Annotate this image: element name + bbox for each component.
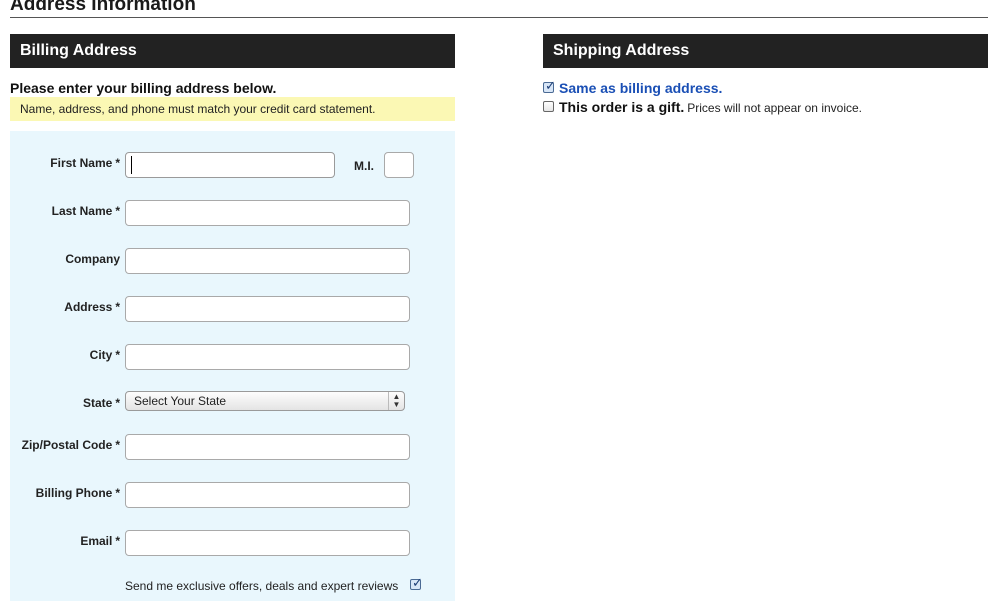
same-as-billing-label[interactable]: Same as billing address. — [559, 80, 722, 96]
last-name-label: Last Name * — [51, 204, 120, 218]
checkmark-icon: ✓ — [545, 78, 556, 93]
gift-label[interactable]: This order is a gift. Prices will not app… — [559, 99, 862, 115]
gift-note: Prices will not appear on invoice. — [687, 101, 863, 115]
company-label: Company — [65, 252, 120, 266]
phone-input[interactable] — [125, 482, 410, 508]
mi-label: M.I. — [354, 159, 374, 173]
first-name-input[interactable] — [125, 152, 335, 178]
zip-label: Zip/Postal Code * — [21, 438, 120, 452]
email-label: Email * — [80, 534, 120, 548]
email-input[interactable] — [125, 530, 410, 556]
city-input[interactable] — [125, 344, 410, 370]
state-select[interactable]: Select Your State ▲ ▼ — [125, 391, 405, 411]
mi-input[interactable] — [384, 152, 414, 178]
section-title: Address Information — [10, 0, 196, 15]
section-divider — [10, 17, 988, 18]
company-input[interactable] — [125, 248, 410, 274]
gift-checkbox[interactable] — [543, 101, 554, 112]
address-label: Address * — [64, 300, 120, 314]
state-selected-value: Select Your State — [134, 394, 227, 408]
state-label: State * — [82, 396, 120, 410]
billing-header: Billing Address — [10, 34, 455, 68]
offers-checkbox[interactable]: ✓ — [410, 576, 423, 590]
city-label: City * — [89, 348, 120, 362]
phone-label: Billing Phone * — [35, 486, 120, 500]
billing-intro: Please enter your billing address below. — [10, 80, 277, 96]
address-input[interactable] — [125, 296, 410, 322]
first-name-label: First Name * — [50, 156, 120, 170]
select-arrows-icon: ▲ ▼ — [388, 392, 404, 410]
text-caret — [131, 156, 132, 174]
last-name-input[interactable] — [125, 200, 410, 226]
zip-input[interactable] — [125, 434, 410, 460]
billing-notice: Name, address, and phone must match your… — [10, 97, 455, 121]
same-as-billing-checkbox[interactable]: ✓ — [543, 78, 556, 93]
shipping-header: Shipping Address — [543, 34, 988, 68]
offers-label: Send me exclusive offers, deals and expe… — [125, 579, 399, 593]
